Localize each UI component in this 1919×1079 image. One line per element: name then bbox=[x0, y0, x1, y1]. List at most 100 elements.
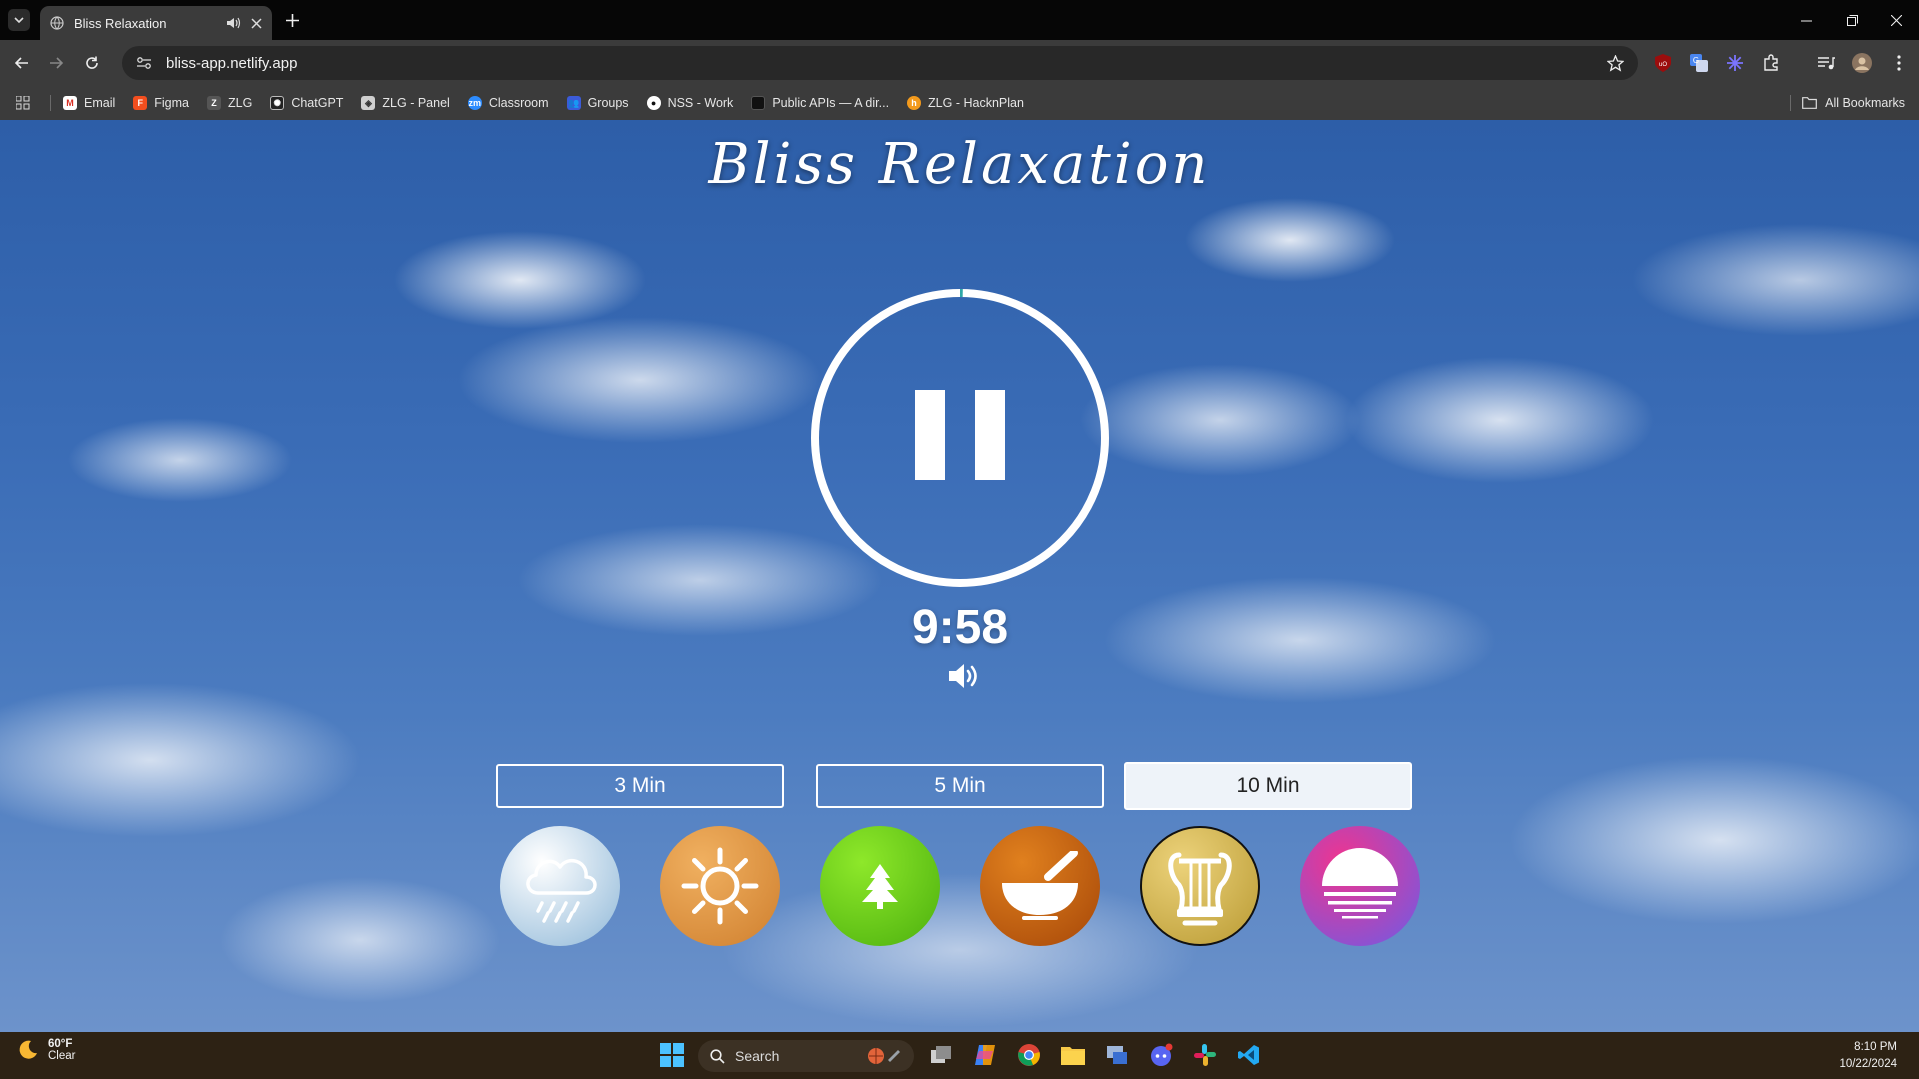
bookmark-zlg[interactable]: Z ZLG bbox=[207, 96, 252, 110]
bookmark-figma[interactable]: F Figma bbox=[133, 96, 189, 110]
tab-title: Bliss Relaxation bbox=[74, 15, 167, 31]
github-icon: ● bbox=[646, 96, 661, 110]
bookmark-email[interactable]: M Email bbox=[63, 96, 115, 110]
bookmark-zlg-panel[interactable]: ◈ ZLG - Panel bbox=[361, 96, 450, 110]
globe-icon bbox=[50, 16, 64, 30]
url-text[interactable]: bliss-app.netlify.app bbox=[166, 55, 1593, 72]
weather-temperature: 60°F bbox=[48, 1038, 73, 1050]
tab-audio-icon[interactable] bbox=[226, 16, 241, 30]
search-label: Search bbox=[735, 1048, 780, 1064]
slack-button[interactable] bbox=[1190, 1040, 1220, 1070]
bookmark-public-apis[interactable]: Public APIs — A dir... bbox=[751, 96, 889, 110]
groups-icon: 👥 bbox=[566, 96, 581, 110]
close-window-button[interactable] bbox=[1873, 0, 1919, 40]
sound-sunset-button[interactable] bbox=[1300, 826, 1420, 946]
plus-icon bbox=[285, 13, 299, 27]
copilot-icon bbox=[975, 1045, 995, 1065]
address-bar[interactable]: bliss-app.netlify.app bbox=[122, 46, 1638, 80]
sound-lyre-button[interactable] bbox=[1140, 826, 1260, 946]
search-icon bbox=[710, 1048, 725, 1064]
clock-date: 10/22/2024 bbox=[1839, 1058, 1897, 1070]
bookmark-classroom[interactable]: zm Classroom bbox=[467, 96, 549, 110]
minimize-button[interactable] bbox=[1783, 0, 1829, 40]
duration-3-min-button[interactable]: 3 Min bbox=[496, 764, 784, 808]
figma-icon: F bbox=[133, 96, 148, 110]
sound-forest-button[interactable] bbox=[820, 826, 940, 946]
search-highlight-icon bbox=[868, 1048, 900, 1064]
back-button[interactable] bbox=[10, 51, 34, 75]
rain-cloud-icon bbox=[526, 858, 597, 923]
gmail-icon: M bbox=[63, 96, 77, 110]
apps-grid-button[interactable] bbox=[16, 96, 30, 110]
profile-avatar-icon[interactable] bbox=[1851, 52, 1873, 74]
new-tab-button[interactable] bbox=[282, 10, 302, 30]
folder-icon bbox=[1061, 1047, 1085, 1065]
close-icon bbox=[1890, 14, 1902, 26]
bookmark-groups[interactable]: 👥 Groups bbox=[566, 96, 629, 110]
arrow-left-icon bbox=[14, 57, 28, 69]
zlg-panel-icon: ◈ bbox=[361, 96, 376, 110]
sound-singing-bowl-button[interactable] bbox=[980, 826, 1100, 946]
system-clock[interactable]: 8:10 PM 10/22/2024 bbox=[1839, 1039, 1897, 1073]
app-viewport: Bliss Relaxation 9:58 3 Min 5 Min 10 Min bbox=[0, 120, 1919, 1032]
chrome-icon bbox=[1018, 1044, 1040, 1066]
task-view-button[interactable] bbox=[926, 1040, 956, 1070]
copilot-button[interactable] bbox=[970, 1040, 1000, 1070]
start-button[interactable] bbox=[657, 1040, 687, 1070]
pause-icon bbox=[915, 390, 945, 480]
tab-bliss-relaxation[interactable]: Bliss Relaxation bbox=[40, 6, 272, 40]
task-view-icon bbox=[931, 1046, 951, 1063]
bookmarks-divider bbox=[50, 95, 51, 111]
public-apis-icon bbox=[751, 96, 766, 110]
duration-10-min-button[interactable]: 10 Min bbox=[1124, 762, 1412, 810]
volume-icon[interactable] bbox=[947, 660, 981, 692]
browser-menu-icon[interactable] bbox=[1888, 52, 1910, 74]
singing-bowl-icon bbox=[1002, 851, 1078, 920]
media-controls-icon[interactable] bbox=[1815, 52, 1837, 74]
tab-search-button[interactable] bbox=[8, 9, 30, 31]
zoom-icon: zm bbox=[467, 96, 482, 110]
discord-button[interactable] bbox=[1146, 1040, 1176, 1070]
sound-sun-button[interactable] bbox=[660, 826, 780, 946]
site-info-icon[interactable] bbox=[136, 56, 152, 70]
bookmark-nss-work[interactable]: ● NSS - Work bbox=[646, 96, 733, 110]
windows-icon bbox=[660, 1043, 684, 1067]
pause-button[interactable] bbox=[910, 390, 1010, 490]
reload-icon bbox=[86, 56, 98, 69]
all-bookmarks-button[interactable]: All Bookmarks bbox=[1802, 86, 1905, 120]
bookmark-hacknplan[interactable]: h ZLG - HacknPlan bbox=[907, 96, 1024, 110]
ublock-extension-icon[interactable]: uO bbox=[1652, 52, 1674, 74]
sunset-icon bbox=[1322, 848, 1398, 919]
vscode-button[interactable] bbox=[1234, 1040, 1264, 1070]
forward-button[interactable] bbox=[44, 51, 68, 75]
svg-text:G: G bbox=[1693, 56, 1699, 65]
zlg-icon: Z bbox=[207, 96, 221, 110]
file-explorer-button[interactable] bbox=[1058, 1040, 1088, 1070]
clock-time: 8:10 PM bbox=[1854, 1041, 1897, 1053]
snowflake-extension-icon[interactable] bbox=[1724, 52, 1746, 74]
arrow-right-icon bbox=[50, 57, 64, 69]
close-tab-icon[interactable] bbox=[251, 17, 262, 29]
sound-rain-button[interactable] bbox=[500, 826, 620, 946]
restore-button[interactable] bbox=[1829, 0, 1875, 40]
lyre-icon bbox=[1168, 852, 1232, 926]
app-title: Bliss Relaxation bbox=[708, 132, 1211, 197]
extensions-puzzle-icon[interactable] bbox=[1760, 52, 1782, 74]
windows-taskbar: 60°F Clear Search 8:10 PM 10/22/2024 bbox=[0, 1032, 1919, 1079]
reload-button[interactable] bbox=[80, 51, 104, 75]
duration-5-min-button[interactable]: 5 Min bbox=[816, 764, 1104, 808]
bookmark-star-icon[interactable] bbox=[1607, 54, 1624, 72]
taskbar-search[interactable]: Search bbox=[698, 1040, 914, 1072]
bookmark-chatgpt[interactable]: ✺ ChatGPT bbox=[270, 96, 343, 110]
remote-desktop-icon bbox=[1107, 1046, 1127, 1064]
translate-extension-icon[interactable]: G bbox=[1688, 52, 1710, 74]
restore-icon bbox=[1846, 14, 1858, 26]
weather-widget[interactable]: 60°F Clear bbox=[16, 1038, 75, 1062]
apps-grid-icon bbox=[16, 96, 30, 110]
folder-icon bbox=[1802, 97, 1818, 109]
chatgpt-icon: ✺ bbox=[270, 96, 285, 110]
tree-icon bbox=[862, 864, 898, 909]
chrome-taskbar-button[interactable] bbox=[1014, 1040, 1044, 1070]
browser-title-bar: Bliss Relaxation bbox=[0, 0, 1919, 40]
vm-app-button[interactable] bbox=[1102, 1040, 1132, 1070]
